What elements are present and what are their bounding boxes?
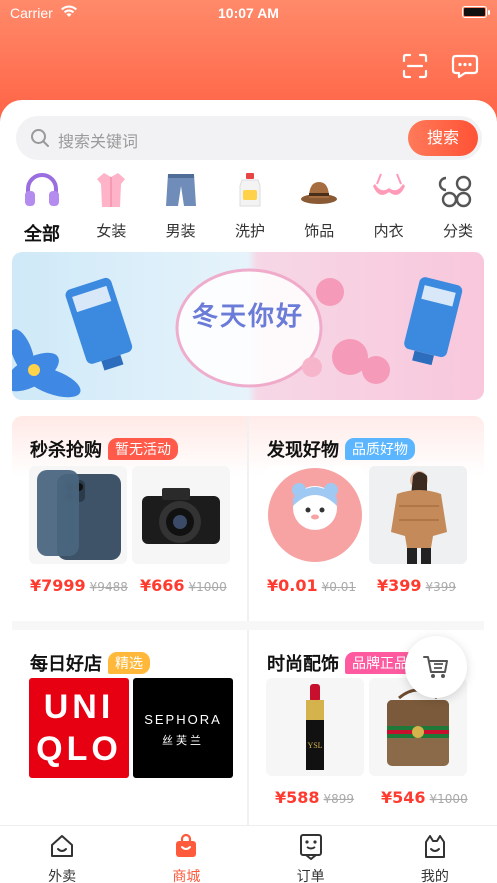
search-input[interactable]: 搜索关键词 <box>58 128 138 152</box>
banner-title: 冬天你好 <box>191 302 304 332</box>
product-price: ¥399 <box>377 576 422 595</box>
category-underwear[interactable]: 内衣 <box>357 170 421 242</box>
original-price: ¥1000 <box>429 792 468 806</box>
section-title: 时尚配饰 <box>267 654 339 675</box>
original-price: ¥899 <box>323 792 355 806</box>
sephora-line1: SEPHORA <box>144 712 222 727</box>
original-price: ¥9488 <box>89 580 128 594</box>
product-price: ¥546 <box>381 788 426 807</box>
camera-product-image[interactable] <box>132 466 230 564</box>
category-womens[interactable]: 女装 <box>79 170 143 242</box>
status-time: 10:07 AM <box>218 5 279 21</box>
category-label: 饰品 <box>304 222 335 240</box>
svg-text:YSL: YSL <box>307 741 322 750</box>
tab-label: 我的 <box>420 869 449 883</box>
original-price: ¥0.01 <box>321 580 356 594</box>
original-price: ¥399 <box>425 580 457 594</box>
original-price: ¥1000 <box>188 580 227 594</box>
section-title: 秒杀抢购 <box>30 440 102 461</box>
tab-profile[interactable]: 我的 <box>373 826 497 883</box>
battery-icon <box>462 6 490 18</box>
uniqlo-logo[interactable]: UNI QLO <box>29 678 129 778</box>
jeans-icon <box>165 174 196 206</box>
tab-mall[interactable]: 商城 <box>124 826 248 883</box>
tab-orders[interactable]: 订单 <box>249 826 373 883</box>
home-icon <box>51 835 74 857</box>
category-label: 内衣 <box>373 222 404 240</box>
roroco-bear-image[interactable] <box>266 466 364 564</box>
section-tag: 精选 <box>108 652 150 674</box>
search-bar[interactable]: 搜索关键词 搜索 <box>16 116 482 160</box>
section-title: 每日好店 <box>30 654 102 675</box>
tab-label: 外卖 <box>48 869 77 883</box>
grid-icon <box>438 175 472 208</box>
hat-icon <box>301 182 338 204</box>
product-price: ¥7999 <box>30 576 86 595</box>
section-tag: 暂无活动 <box>108 438 178 460</box>
puffer-jacket-image[interactable] <box>369 466 467 564</box>
shopping-bag-icon <box>176 833 197 857</box>
promo-banner[interactable]: 冬天你好 <box>12 252 484 400</box>
bottom-tab-bar: 外卖 商城 订单 我的 <box>0 825 497 883</box>
category-accessories[interactable]: 饰品 <box>287 170 351 242</box>
section-title: 发现好物 <box>267 440 339 461</box>
product-price: ¥666 <box>140 576 185 595</box>
category-label: 男装 <box>165 222 196 240</box>
cart-icon <box>423 656 448 678</box>
category-label: 全部 <box>24 224 60 245</box>
category-label: 女装 <box>96 222 127 240</box>
category-care[interactable]: 洗护 <box>218 170 282 242</box>
message-icon[interactable] <box>451 52 479 80</box>
category-label: 分类 <box>442 222 473 240</box>
tab-label: 订单 <box>296 869 325 883</box>
tab-label: 商城 <box>172 869 201 883</box>
flash-sale-section[interactable]: 秒杀抢购 暂无活动 ¥7999 ¥9488 ¥666 ¥1000 <box>12 416 247 621</box>
section-divider <box>12 621 484 630</box>
section-tag: 品质好物 <box>345 438 415 460</box>
womens-shirt-icon <box>97 173 126 207</box>
headphones-icon <box>25 173 59 206</box>
order-icon <box>299 834 322 861</box>
lipstick-image[interactable]: YSL <box>266 678 364 776</box>
bra-icon <box>372 173 405 195</box>
search-button[interactable]: 搜索 <box>408 120 478 156</box>
floating-cart-button[interactable] <box>405 636 467 698</box>
home-sections: 秒杀抢购 暂无活动 ¥7999 ¥9488 ¥666 ¥1000 发现好物 品质… <box>12 416 484 835</box>
product-price: ¥588 <box>275 788 320 807</box>
iphone-product-image[interactable] <box>29 466 127 564</box>
status-bar: Carrier 10:07 AM <box>0 0 497 28</box>
category-mens[interactable]: 男装 <box>149 170 213 242</box>
scan-icon[interactable] <box>401 52 429 80</box>
daily-store-section[interactable]: 每日好店 精选 UNI QLO SEPHORA 丝芙兰 <box>12 630 247 835</box>
category-label: 洗护 <box>234 222 265 240</box>
discover-section[interactable]: 发现好物 品质好物 ¥0.01 ¥0.01 ¥399 ¥399 <box>249 416 484 621</box>
product-price: ¥0.01 <box>267 576 318 595</box>
uniqlo-line2: QLO <box>36 730 122 768</box>
category-more[interactable]: 分类 <box>426 170 490 242</box>
sephora-line2: 丝芙兰 <box>162 734 204 747</box>
category-all[interactable]: 全部 <box>10 170 74 245</box>
tab-takeout[interactable]: 外卖 <box>0 826 124 883</box>
search-icon <box>31 129 49 147</box>
category-row: 全部 女装 男装 洗护 饰品 内衣 分类 <box>10 170 490 245</box>
profile-icon <box>424 835 445 858</box>
sephora-logo[interactable]: SEPHORA 丝芙兰 <box>133 678 233 778</box>
detergent-bottle-icon <box>239 173 261 207</box>
uniqlo-line1: UNI <box>43 688 115 726</box>
